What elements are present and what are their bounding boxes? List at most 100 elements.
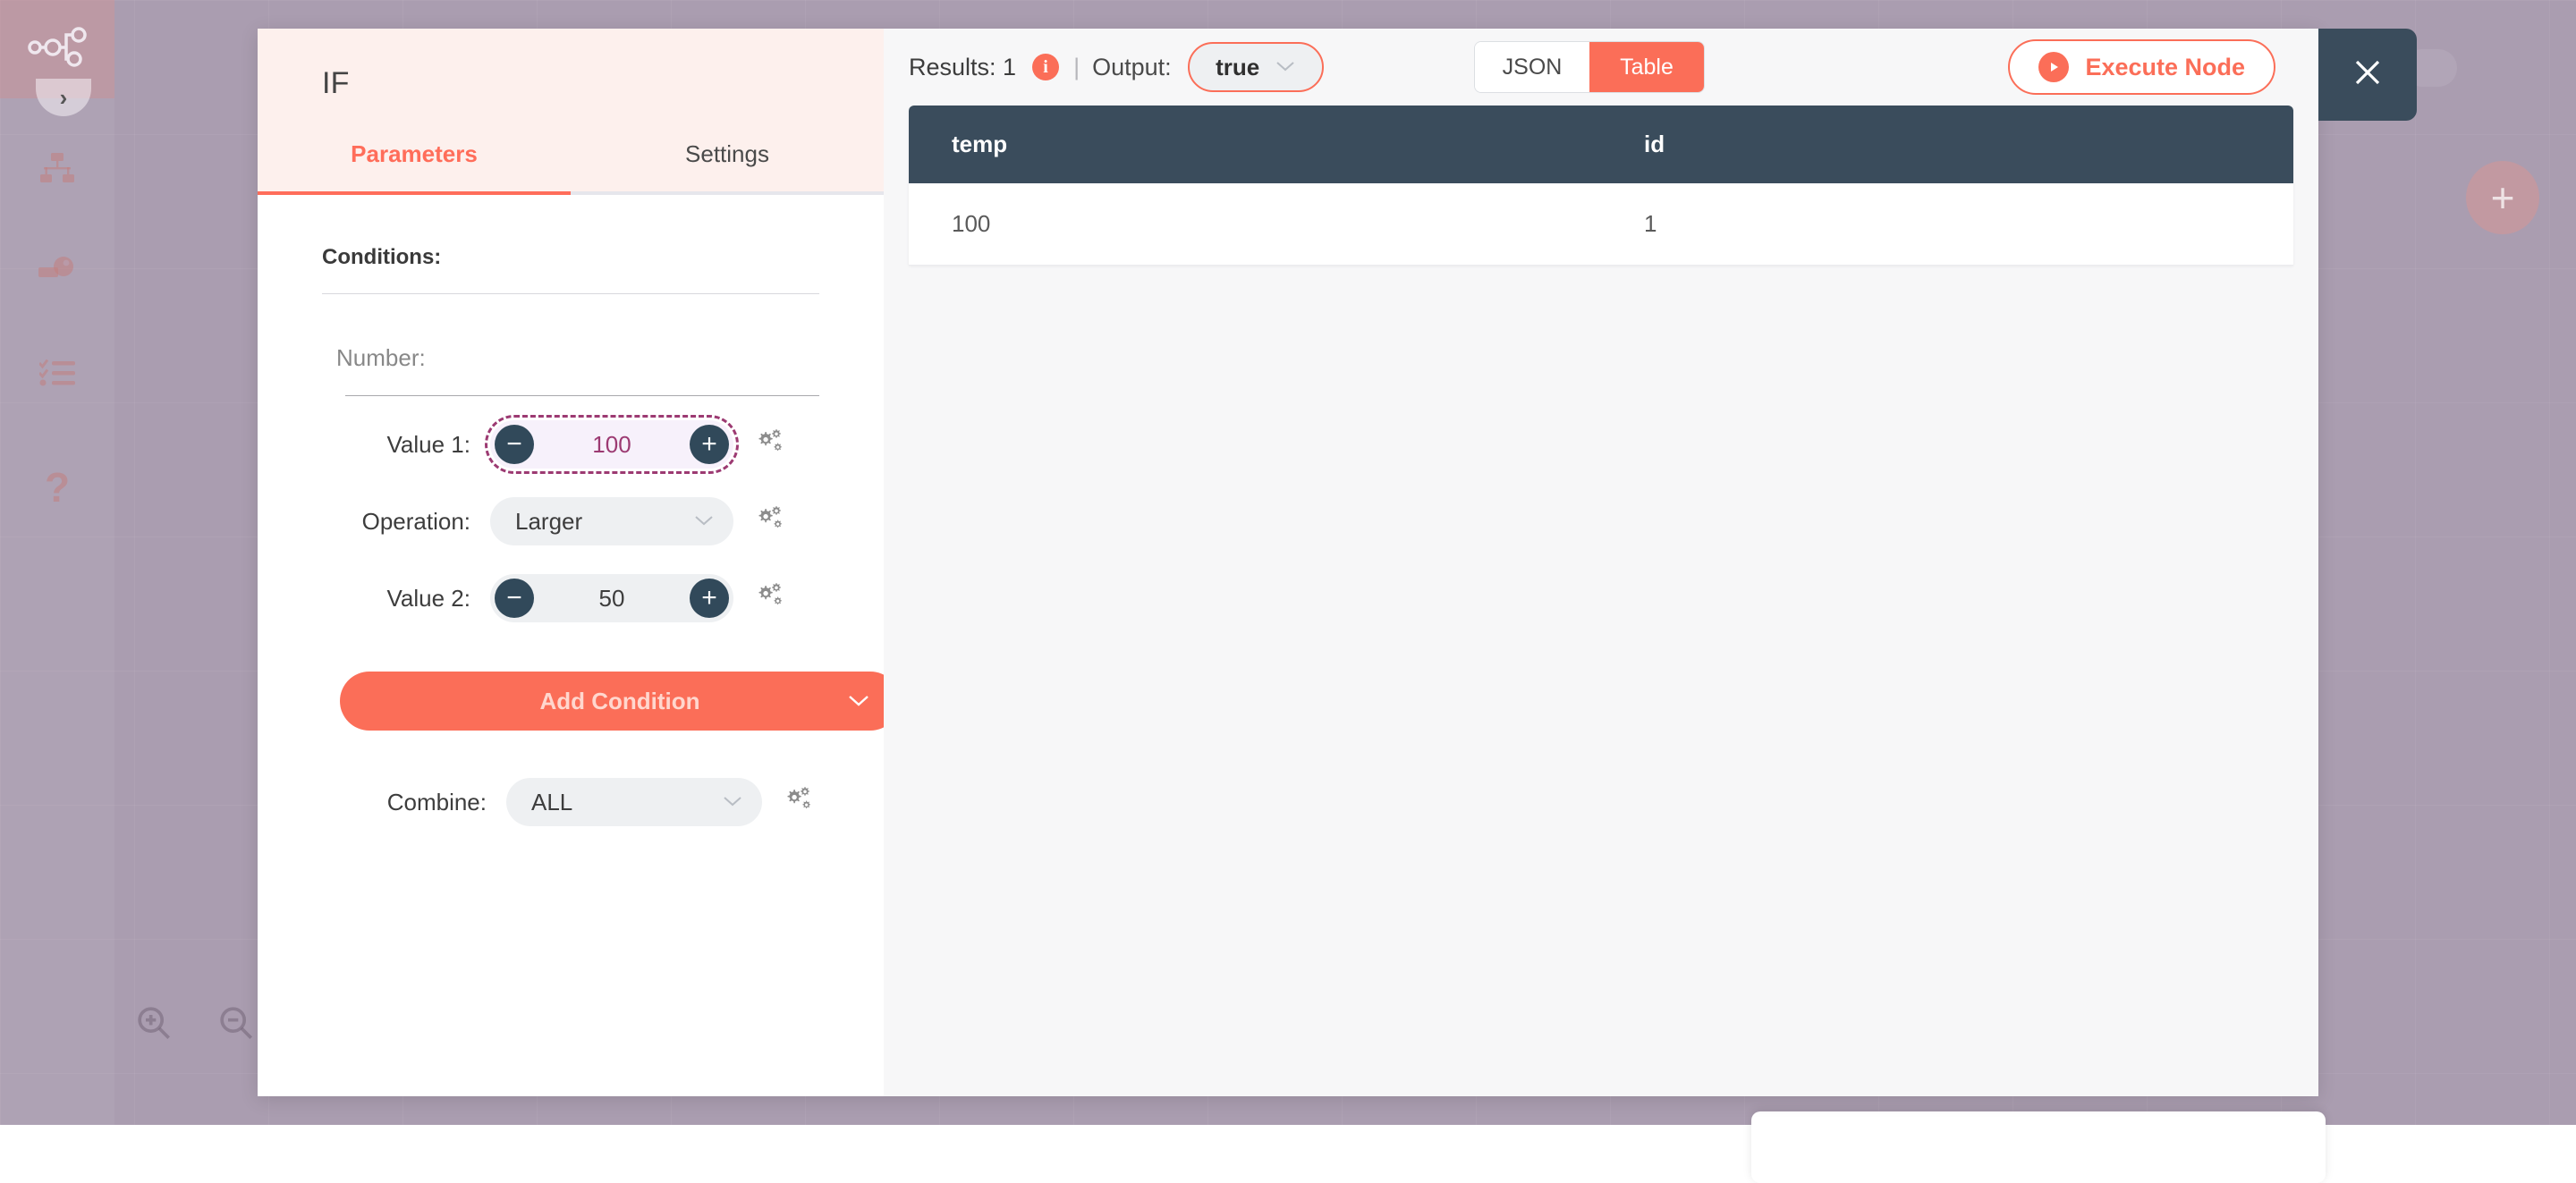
bottom-floating-panel[interactable] [1751, 1111, 2326, 1183]
operation-control: Larger [490, 497, 733, 545]
value-1-control: − 100 + [490, 420, 733, 469]
key-icon [38, 256, 76, 291]
plus-icon: + [701, 431, 717, 458]
tab-table[interactable]: Table [1589, 42, 1704, 92]
operation-options-button[interactable] [753, 506, 784, 537]
tab-settings[interactable]: Settings [571, 140, 884, 191]
gears-options-icon [753, 504, 784, 539]
results-pane: Results: 1 i | Output: true JSON [884, 29, 2318, 1096]
results-table: temp id 100 1 [909, 106, 2293, 266]
tab-json-label: JSON [1503, 55, 1563, 80]
results-header: Results: 1 i | Output: true JSON [884, 29, 2318, 106]
combine-select[interactable]: ALL [506, 778, 762, 826]
section-divider [322, 293, 819, 294]
combine-value: ALL [531, 789, 723, 816]
sidebar: › [0, 0, 114, 1125]
param-row-combine: Combine: ALL [311, 773, 819, 831]
tab-table-label: Table [1620, 55, 1674, 80]
tab-bar: Parameters Settings [258, 140, 884, 195]
param-row-value-2: Value 2: − 50 + [311, 570, 819, 627]
info-icon[interactable]: i [1032, 54, 1059, 80]
value-2-decrement-button[interactable]: − [495, 579, 534, 618]
gears-options-icon [782, 785, 812, 820]
param-row-operation: Operation: Larger [311, 493, 819, 550]
output-branch-select[interactable]: true [1188, 42, 1324, 92]
subfield-divider [345, 395, 819, 396]
value-1-increment-button[interactable]: + [690, 425, 729, 464]
gears-options-icon [753, 581, 784, 616]
sitemap-icon [38, 153, 76, 188]
value-1-decrement-button[interactable]: − [495, 425, 534, 464]
combine-control: ALL [506, 778, 762, 826]
condition-group-label: Number: [336, 344, 819, 372]
tab-parameters[interactable]: Parameters [258, 140, 571, 191]
zoom-in-icon [136, 1005, 172, 1045]
node-detail-view: IF Parameters Settings Conditions: Numbe… [258, 29, 2318, 1096]
view-mode-toggle: JSON Table [1474, 41, 1705, 93]
add-condition-button[interactable]: Add Condition [340, 672, 900, 731]
execute-node-button[interactable]: Execute Node [2008, 39, 2275, 95]
param-row-value-1: Value 1: − 100 + [311, 416, 819, 473]
parameters-pane: IF Parameters Settings Conditions: Numbe… [258, 29, 884, 1096]
chevron-right-icon: › [60, 84, 68, 112]
output-label: Output: [1092, 54, 1172, 81]
checklist-icon [39, 359, 75, 393]
combine-options-button[interactable] [782, 787, 812, 817]
value-1-label: Value 1: [311, 431, 490, 459]
minus-icon: − [506, 585, 522, 612]
zoom-out-button[interactable] [216, 1005, 256, 1044]
chevron-down-icon [694, 511, 714, 532]
table-row: 100 1 [909, 183, 2293, 266]
parameters-body: Conditions: Number: Value 1: − 100 + [258, 195, 884, 1096]
value-2-stepper[interactable]: − 50 + [490, 574, 733, 622]
chevron-down-icon [848, 689, 869, 714]
value-1-input[interactable]: 100 [534, 431, 690, 459]
sidebar-item-help[interactable]: ? [0, 461, 114, 514]
question-mark-icon: ? [45, 467, 70, 508]
execute-node-label: Execute Node [2085, 54, 2245, 81]
sidebar-item-workflows[interactable] [0, 143, 114, 197]
add-condition-label: Add Condition [539, 688, 699, 715]
add-node-button[interactable]: + [2466, 161, 2539, 234]
table-header-row: temp id [909, 106, 2293, 183]
separator: | [1073, 54, 1080, 81]
cell-temp: 100 [909, 183, 1601, 266]
parameters-header: IF Parameters Settings [258, 29, 884, 195]
value-1-options-button[interactable] [753, 429, 784, 460]
tab-settings-label: Settings [685, 140, 769, 167]
plus-icon: + [2491, 177, 2515, 218]
value-1-stepper[interactable]: − 100 + [490, 420, 733, 469]
value-2-increment-button[interactable]: + [690, 579, 729, 618]
chevron-down-icon [1275, 57, 1295, 78]
workflow-nodes-logo-icon [28, 27, 87, 72]
combine-label: Combine: [311, 789, 506, 816]
play-circle-icon [2038, 52, 2069, 82]
chevron-down-icon [723, 792, 742, 813]
zoom-in-button[interactable] [134, 1005, 174, 1044]
operation-value: Larger [515, 508, 694, 536]
results-summary: Results: 1 i | Output: true [909, 42, 1324, 92]
sidebar-expand-button[interactable]: › [36, 79, 91, 116]
minus-icon: − [506, 431, 522, 458]
gears-options-icon [753, 427, 784, 462]
operation-select[interactable]: Larger [490, 497, 733, 545]
tab-parameters-label: Parameters [351, 140, 478, 167]
column-header-temp[interactable]: temp [909, 106, 1601, 183]
sidebar-item-credentials[interactable] [0, 246, 114, 300]
plus-icon: + [701, 585, 717, 612]
close-x-icon [2347, 52, 2388, 97]
canvas-zoom-controls [134, 1005, 256, 1044]
value-2-control: − 50 + [490, 574, 733, 622]
tab-json[interactable]: JSON [1475, 42, 1589, 92]
value-2-input[interactable]: 50 [534, 585, 690, 613]
column-header-id[interactable]: id [1601, 106, 2293, 183]
results-count: Results: 1 [909, 54, 1016, 81]
sidebar-item-executions[interactable] [0, 349, 114, 402]
value-2-options-button[interactable] [753, 583, 784, 613]
close-button[interactable] [2318, 29, 2417, 121]
zoom-out-icon [218, 1005, 254, 1045]
operation-label: Operation: [311, 508, 490, 536]
cell-id: 1 [1601, 183, 2293, 266]
page-title: IF [258, 29, 884, 101]
conditions-label: Conditions: [311, 245, 819, 270]
